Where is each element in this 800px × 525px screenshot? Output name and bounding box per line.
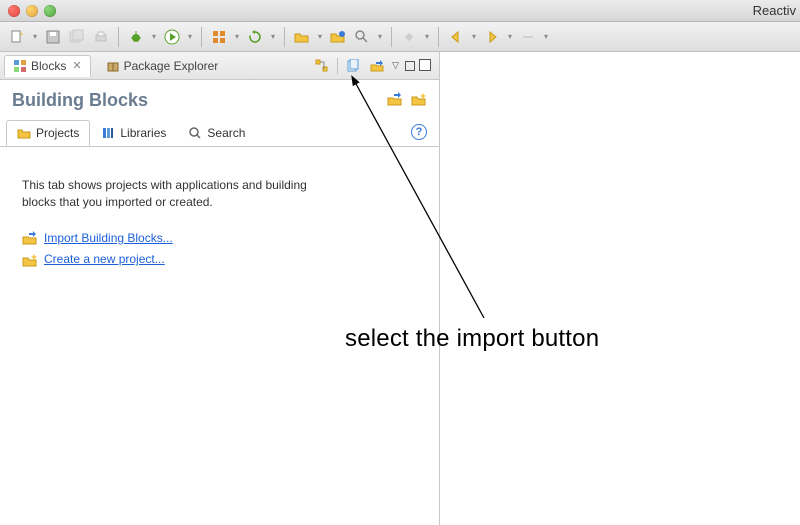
subtab-label: Projects <box>36 126 79 140</box>
new-plugin-button[interactable] <box>208 26 230 48</box>
view-menu-button[interactable]: ▽ <box>392 60 399 71</box>
new-wizard-icon <box>9 29 25 45</box>
forward-button[interactable] <box>481 26 503 48</box>
newproj-icon <box>22 252 38 268</box>
subtab-search[interactable]: Search <box>177 120 256 146</box>
search-icon <box>354 29 370 45</box>
minimize-window-button[interactable] <box>26 5 38 17</box>
grid-icon <box>211 29 227 45</box>
header-import-button[interactable] <box>387 91 403 110</box>
import-icon <box>387 91 403 107</box>
newproj-icon <box>411 91 427 107</box>
folder-open-icon <box>294 29 310 45</box>
save-button[interactable] <box>42 26 64 48</box>
folder-icon <box>17 126 31 140</box>
sidebar-panel: Blocks ✕ Package Explorer ▽ <box>0 52 440 525</box>
print-button[interactable] <box>90 26 112 48</box>
diamond-icon <box>401 29 417 45</box>
search-icon <box>188 126 202 140</box>
window-title: Reactiv <box>400 3 800 18</box>
saveall-icon <box>69 29 85 45</box>
dropdown-icon[interactable]: ▾ <box>232 32 242 41</box>
dropdown-icon[interactable]: ▾ <box>469 32 479 41</box>
refresh-icon <box>247 29 263 45</box>
projects-tab-body: This tab shows projects with application… <box>0 147 439 303</box>
run-button[interactable] <box>161 26 183 48</box>
main-toolbar: ▾ ▾ ▾ ▾ ▾ ▾ ▾ ▾ ▾ ▾ ▾ <box>0 22 800 52</box>
view-tab-bar: Blocks ✕ Package Explorer ▽ <box>0 52 439 80</box>
import-icon <box>22 230 38 246</box>
subtab-label: Libraries <box>120 126 166 140</box>
home-button[interactable] <box>517 26 539 48</box>
dropdown-icon[interactable]: ▾ <box>375 32 385 41</box>
debug-button[interactable] <box>125 26 147 48</box>
annotation-text: select the import button <box>345 325 599 353</box>
open-type-button[interactable] <box>291 26 313 48</box>
dropdown-icon[interactable]: ▾ <box>268 32 278 41</box>
view-tab-blocks[interactable]: Blocks ✕ <box>4 55 91 77</box>
folder-blue-icon <box>330 29 346 45</box>
subtabs: Projects Libraries Search ? <box>0 117 439 147</box>
copy-icon <box>346 59 360 73</box>
maximize-view-button[interactable] <box>421 61 431 71</box>
projects-description: This tab shows projects with application… <box>22 177 342 212</box>
print-icon <box>93 29 109 45</box>
panel-title: Building Blocks <box>12 90 387 111</box>
link-import-blocks[interactable]: Import Building Blocks... <box>22 230 417 247</box>
link-text[interactable]: Import Building Blocks... <box>44 230 173 247</box>
close-tab-icon[interactable]: ✕ <box>72 59 81 72</box>
forward-arrow-icon <box>484 29 500 45</box>
import-icon <box>370 59 384 73</box>
run-icon <box>164 29 180 45</box>
books-icon <box>101 126 115 140</box>
subtab-libraries[interactable]: Libraries <box>90 120 177 146</box>
traffic-lights <box>8 5 56 17</box>
copy-button[interactable] <box>344 57 362 75</box>
dropdown-icon[interactable]: ▾ <box>149 32 159 41</box>
dropdown-icon[interactable]: ▾ <box>505 32 515 41</box>
toggle-button[interactable] <box>398 26 420 48</box>
minimize-view-button[interactable] <box>405 61 415 71</box>
package-icon <box>106 59 120 73</box>
search-tb-button[interactable] <box>351 26 373 48</box>
window-titlebar: Reactiv <box>0 0 800 22</box>
dropdown-icon[interactable]: ▾ <box>185 32 195 41</box>
view-tab-package-explorer[interactable]: Package Explorer <box>97 55 228 77</box>
view-tab-label: Blocks <box>31 59 66 73</box>
save-all-button[interactable] <box>66 26 88 48</box>
view-actions: ▽ <box>313 57 435 75</box>
help-button[interactable]: ? <box>411 124 427 140</box>
dropdown-icon[interactable]: ▾ <box>315 32 325 41</box>
editor-area <box>440 52 800 525</box>
dropdown-icon[interactable]: ▾ <box>422 32 432 41</box>
link-new-project[interactable]: Create a new project... <box>22 251 417 268</box>
dropdown-icon[interactable]: ▾ <box>541 32 551 41</box>
subtab-projects[interactable]: Projects <box>6 120 90 146</box>
collapse-tree-button[interactable] <box>313 57 331 75</box>
save-icon <box>45 29 61 45</box>
dropdown-icon[interactable]: ▾ <box>30 32 40 41</box>
refresh-button[interactable] <box>244 26 266 48</box>
tree-collapse-icon <box>315 59 329 73</box>
zoom-window-button[interactable] <box>44 5 56 17</box>
bug-icon <box>128 29 144 45</box>
subtab-label: Search <box>207 126 245 140</box>
dash-icon <box>520 29 536 45</box>
panel-header: Building Blocks <box>0 80 439 117</box>
import-button[interactable] <box>368 57 386 75</box>
open-task-button[interactable] <box>327 26 349 48</box>
back-arrow-icon <box>448 29 464 45</box>
link-text[interactable]: Create a new project... <box>44 251 165 268</box>
new-button[interactable] <box>6 26 28 48</box>
back-button[interactable] <box>445 26 467 48</box>
view-tab-label: Package Explorer <box>124 59 219 73</box>
header-newproj-button[interactable] <box>411 91 427 110</box>
blocks-icon <box>13 59 27 73</box>
close-window-button[interactable] <box>8 5 20 17</box>
